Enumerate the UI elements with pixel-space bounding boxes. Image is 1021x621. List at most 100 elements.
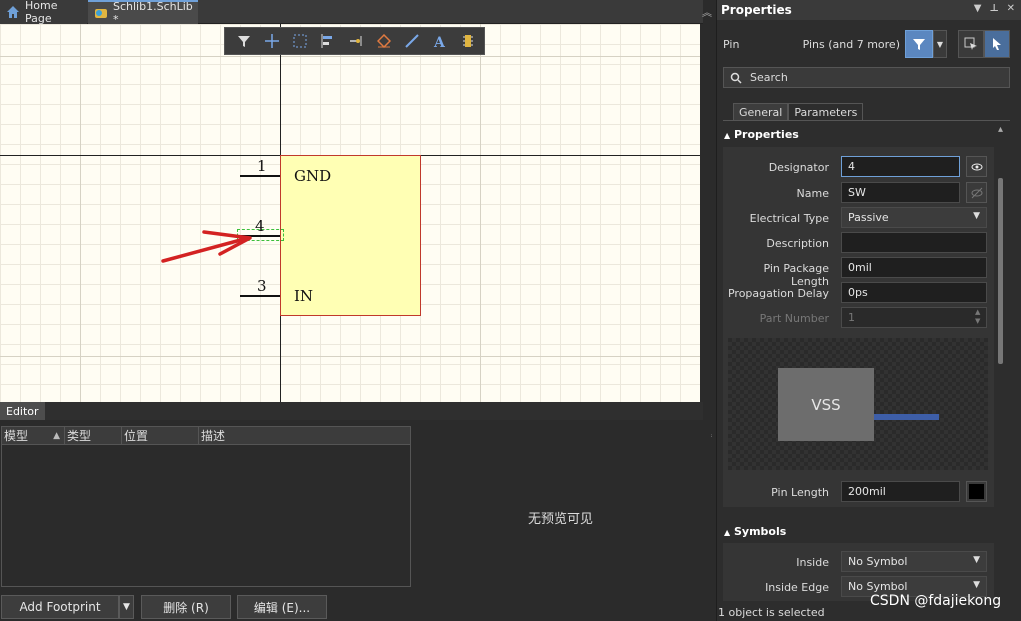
collapse-triangle-icon: ▲ [724,528,731,537]
column-header-location[interactable]: 位置 [122,427,199,444]
chevron-down-icon: ▼ [123,602,130,612]
name-field[interactable]: SW [841,182,960,203]
filter-dropdown[interactable]: ▼ [933,30,947,58]
pin-package-length-field[interactable]: 0mil [841,257,987,278]
footprint-table: 模型 ▲ 类型 位置 描述 [1,426,411,587]
panel-menu-icon[interactable]: ▼ [974,3,982,14]
panel-title: Properties [721,3,792,17]
pin-line[interactable] [240,295,280,297]
pin-preview-line [874,414,939,420]
part-number-spinner: 1 [841,307,987,328]
select-mode-button[interactable] [958,30,984,58]
tab-label: Schlib1.SchLib * [113,0,193,26]
column-header-description[interactable]: 描述 [199,427,410,444]
tab-editor[interactable]: Editor [0,402,45,420]
line-icon[interactable] [399,30,425,52]
visibility-toggle[interactable] [966,182,987,203]
select-mode-button-active[interactable] [984,30,1010,58]
add-footprint-dropdown[interactable]: ▼ [119,595,134,619]
select-cursor-icon [964,37,977,50]
component-icon[interactable] [455,30,481,52]
properties-scrollbar[interactable] [998,178,1003,364]
close-icon[interactable]: ✕ [1007,3,1015,14]
pin-length-label: Pin Length [771,486,829,499]
properties-title-bar: Properties ▼ ⊥ ✕ [717,0,1021,20]
align-icon[interactable] [315,30,341,52]
divider [723,120,1010,121]
schematic-canvas[interactable]: 1 GND 4 3 IN [0,24,700,402]
name-label: Name [796,187,829,200]
propagation-delay-label: Propagation Delay [727,287,829,300]
tab-general[interactable]: General [733,103,789,120]
spinner-arrows-icon: ▲ ▼ [975,308,981,325]
move-crosshair-icon[interactable] [259,30,285,52]
pin-name: GND [294,167,332,185]
watermark: CSDN @fdajiekong [870,593,1002,609]
pointer-icon [993,38,1001,50]
status-text: 1 object is selected [718,606,825,619]
select-area-icon[interactable] [287,30,313,52]
annotation-arrow-icon [161,230,252,263]
electrical-type-select[interactable]: Passive [841,207,987,228]
collapse-triangle-icon: ▲ [724,131,731,140]
filter-summary: Pins (and 7 more) [802,38,900,51]
text-icon[interactable]: A [427,30,453,52]
search-icon [730,72,742,84]
designator-label: Designator [768,161,829,174]
collapse-up-icon[interactable]: ︽ [702,4,712,19]
add-footprint-button[interactable]: Add Footprint [1,595,119,619]
description-label: Description [766,237,829,250]
grid-line [0,56,700,57]
filter-icon [913,39,925,50]
pin-length-field[interactable]: 200mil [841,481,960,502]
app-window: Home Page Schlib1.SchLib * 1 GND 4 3 IN [0,0,1021,621]
visibility-toggle[interactable] [966,156,987,177]
color-swatch [969,484,984,499]
eye-icon [971,163,982,170]
tab-home-page[interactable]: Home Page [0,0,87,25]
chevron-down-icon: ▼ [936,39,944,49]
grid-line [480,24,481,402]
active-bar-toolbar: A [224,27,485,55]
tab-parameters[interactable]: Parameters [788,103,864,120]
place-pin-icon[interactable] [343,30,369,52]
section-properties-header[interactable]: ▲ Properties [724,128,799,141]
tab-label: Home Page [25,0,58,25]
pin-panel-icon[interactable]: ⊥ [989,3,998,14]
editor-tab-strip [0,402,703,420]
search-input[interactable]: Search [723,67,1010,88]
inside-label: Inside [796,556,829,569]
pin-preview-body: VSS [778,368,874,441]
home-icon [6,5,20,19]
search-placeholder: Search [750,71,788,84]
propagation-delay-field[interactable]: 0ps [841,282,987,303]
table-header: 模型 ▲ 类型 位置 描述 [2,427,410,445]
inside-symbol-select[interactable]: No Symbol [841,551,987,572]
pin-number: 3 [257,277,267,295]
object-kind-label: Pin [723,38,740,51]
filter-button[interactable] [905,30,933,58]
designator-field[interactable]: 4 [841,156,960,177]
grid-line [80,24,81,402]
eraser-icon[interactable] [371,30,397,52]
delete-button[interactable]: 删除 (R) [141,595,231,619]
eye-hidden-icon [971,187,982,198]
tab-schlib[interactable]: Schlib1.SchLib * [88,0,198,26]
edit-button[interactable]: 编辑 (E)... [237,595,327,619]
grid-line [0,356,700,357]
pin-name: IN [294,287,314,305]
color-picker-button[interactable] [966,481,987,502]
part-number-label: Part Number [759,312,829,325]
schlib-icon [94,6,108,20]
pin-line[interactable] [240,175,280,177]
description-field[interactable] [841,232,987,253]
inside-edge-label: Inside Edge [765,581,829,594]
filter-icon[interactable] [231,30,257,52]
column-header-type[interactable]: 类型 [65,427,122,444]
column-header-model[interactable]: 模型 ▲ [2,427,65,444]
pin-package-length-label: Pin Package Length [763,262,829,288]
pin-number: 1 [257,157,267,175]
electrical-type-label: Electrical Type [749,212,829,225]
section-symbols-header[interactable]: ▲ Symbols [724,525,786,538]
collapse-up-icon[interactable]: ▴ [998,124,1003,135]
